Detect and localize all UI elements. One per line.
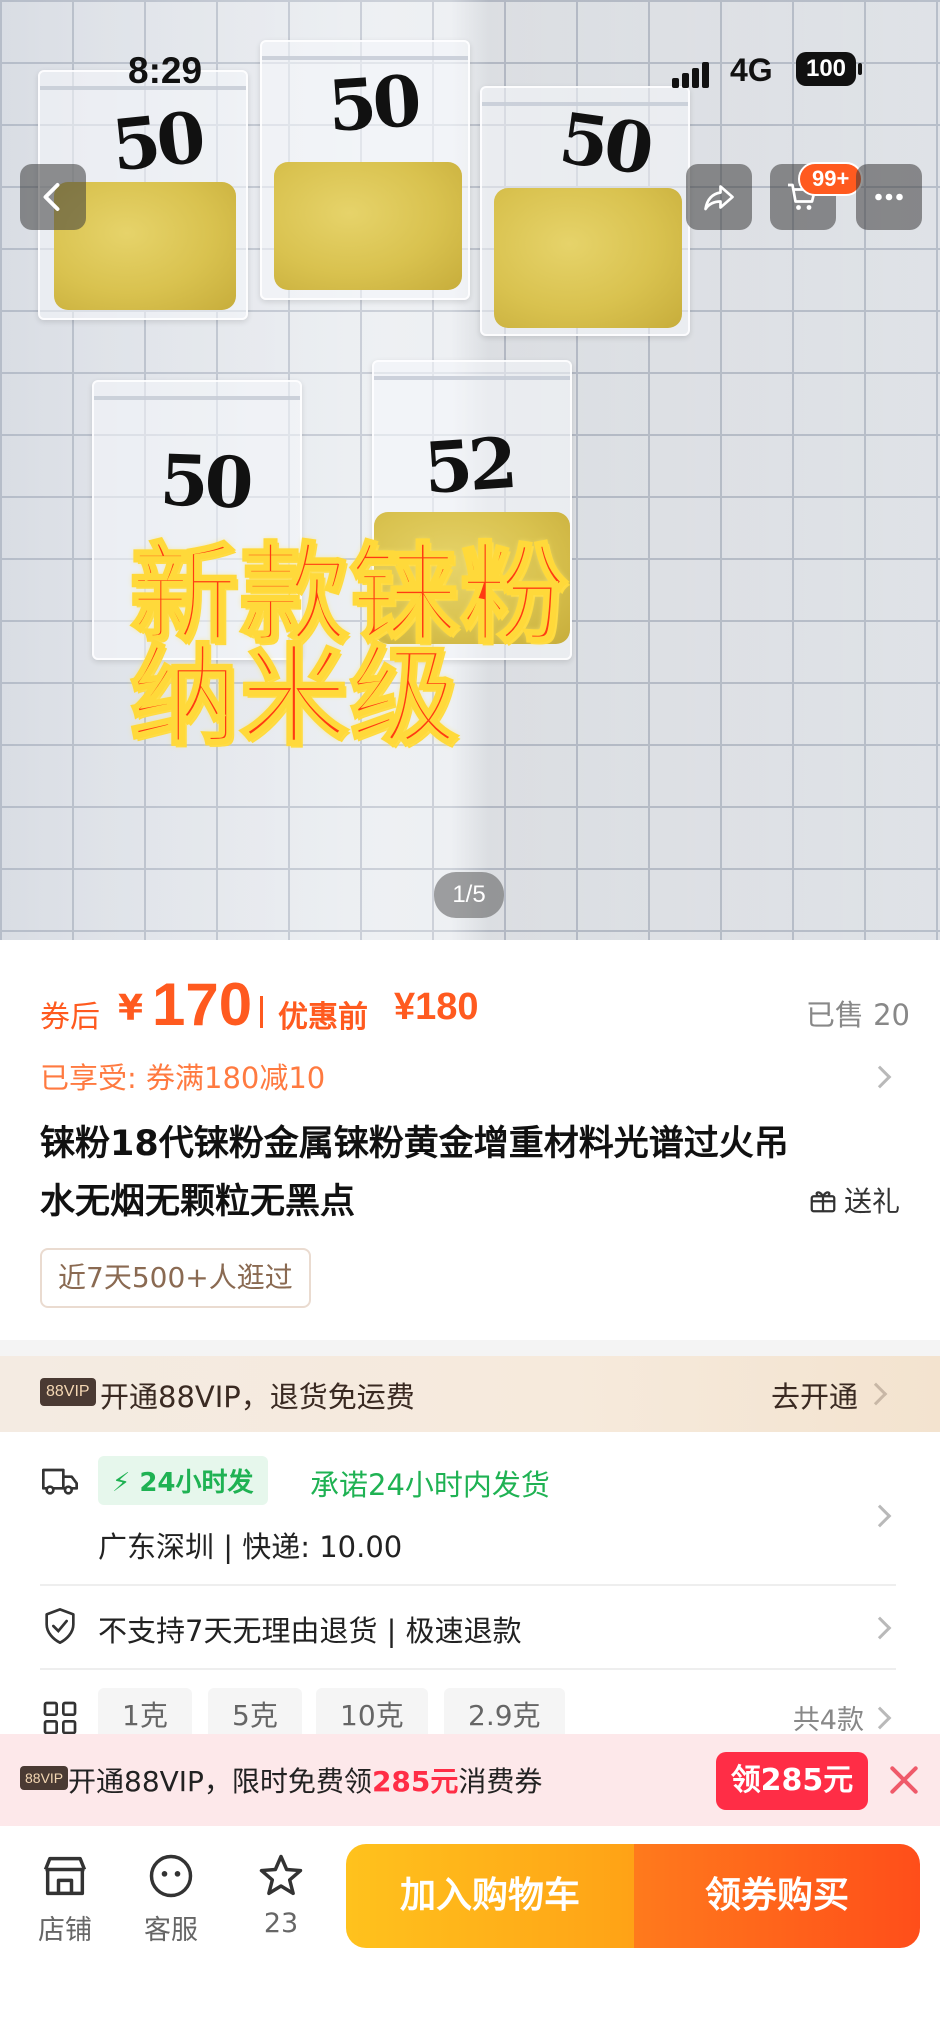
claim-coupon-button[interactable]: 领285元 [716, 1752, 868, 1810]
favorites-count: 23 [263, 1908, 299, 1939]
chat-face-icon [149, 1854, 193, 1898]
promo-overlay-line2: 纳米级 [128, 634, 461, 762]
gift-icon [810, 1191, 836, 1213]
ship-detail: 广东深圳 | 快递: 10.00 [98, 1530, 403, 1564]
chevron-right-icon [864, 1382, 888, 1406]
add-to-cart-button[interactable]: 加入购物车 [346, 1844, 634, 1948]
promo-amount: 285元 [371, 1765, 459, 1798]
image-pager: 1/5 [434, 872, 504, 918]
sold-count: 已售 20 [805, 998, 910, 1032]
chevron-right-icon [868, 1616, 892, 1640]
vip-bar[interactable]: 88VIP 开通88VIP，退货免运费 去开通 [0, 1356, 940, 1432]
vip-open-link[interactable]: 去开通 [771, 1374, 858, 1416]
service-label: 客服 [144, 1915, 198, 1946]
coupon-row[interactable]: 已享受: 券满180减10 [40, 1055, 900, 1099]
gift-button[interactable]: 送礼 [808, 1180, 900, 1220]
after-coupon-label: 券后 [40, 1000, 100, 1035]
promo-vip-tag: 88VIP [20, 1766, 69, 1790]
shield-check-icon [45, 1608, 75, 1644]
vip-text: 开通88VIP，退货免运费 [100, 1380, 415, 1414]
divider [40, 1584, 896, 1586]
status-bar: 8:29 4G 100 [0, 50, 940, 100]
store-icon [43, 1856, 87, 1896]
shipping-row[interactable]: ⚡ 24小时发 承诺24小时内发货 广东深圳 | 快递: 10.00 [0, 1452, 940, 1582]
divider [40, 1668, 896, 1670]
bottom-bar: 店铺 客服 23 加入购物车 领券购买 [0, 1826, 940, 2043]
fast-ship-label: 24小时发 [139, 1468, 254, 1498]
bag-label: 50 [554, 96, 655, 191]
product-title: 铼粉18代铼粉金属铼粉黄金增重材料光谱过火吊水无烟无颗粒无黑点 [40, 1124, 789, 1222]
share-button[interactable] [686, 164, 752, 230]
section-gap [0, 1340, 940, 1356]
battery-icon: 100 [796, 52, 862, 86]
bag-label: 50 [107, 95, 206, 188]
back-button[interactable] [20, 164, 86, 230]
fast-ship-tag: ⚡ 24小时发 [98, 1456, 268, 1505]
product-info: 券后 ¥ 170 优惠前 ¥180 已售 20 已享受: 券满180减10 铼粉… [0, 940, 940, 1340]
after-coupon-price: 170 [152, 971, 253, 1038]
recent-views-tag: 近7天500+人逛过 [40, 1248, 311, 1308]
vip-tag: 88VIP [40, 1378, 96, 1406]
shop-label: 店铺 [38, 1915, 92, 1946]
signal-icon [672, 62, 716, 88]
promo-text: 开通88VIP，限时免费领285元消费券 [68, 1760, 542, 1800]
network-type: 4G [730, 52, 773, 88]
chevron-left-icon [43, 183, 60, 211]
returns-text: 不支持7天无理由退货 | 极速退款 [98, 1614, 522, 1648]
before-discount-price: ¥180 [394, 986, 479, 1028]
close-icon[interactable] [884, 1760, 924, 1800]
promo-banner[interactable]: 88VIP 开通88VIP，限时免费领285元消费券 领285元 [0, 1734, 940, 1826]
delivery-truck-icon [42, 1468, 78, 1495]
favorite-button[interactable]: 23 [236, 1850, 326, 1939]
cart-badge: 99+ [798, 162, 864, 196]
shop-button[interactable]: 店铺 [20, 1850, 110, 1947]
product-image-carousel[interactable]: 50 50 50 50 52 新款铼粉 纳米级 1/5 [0, 0, 940, 940]
sku-count: 共4款 [792, 1705, 864, 1736]
currency-symbol: ¥ [118, 988, 144, 1029]
share-icon [704, 185, 734, 211]
returns-row[interactable]: 不支持7天无理由退货 | 极速退款 [0, 1600, 940, 1660]
coupon-text: 已享受: 券满180减10 [40, 1061, 326, 1095]
status-time: 8:29 [128, 50, 203, 91]
price-separator [260, 996, 263, 1028]
promo-text-prefix: 开通88VIP，限时免费领 [68, 1765, 372, 1798]
promo-text-suffix: 消费券 [458, 1765, 543, 1798]
star-icon [259, 1854, 303, 1896]
chevron-right-icon [868, 1504, 892, 1528]
customer-service-button[interactable]: 客服 [126, 1850, 216, 1947]
bag-label: 52 [421, 420, 517, 511]
grid-icon [43, 1701, 77, 1735]
chevron-right-icon [868, 1706, 892, 1730]
before-discount-label: 优惠前 [278, 1000, 368, 1035]
more-icon [875, 193, 903, 201]
ship-promise: 承诺24小时内发货 [310, 1468, 550, 1502]
gift-label: 送礼 [843, 1185, 900, 1218]
buy-with-coupon-button[interactable]: 领券购买 [634, 1844, 920, 1948]
price-row: 券后 ¥ 170 优惠前 ¥180 已售 20 [40, 970, 910, 1040]
more-button[interactable] [856, 164, 922, 230]
chevron-right-icon [868, 1065, 892, 1089]
